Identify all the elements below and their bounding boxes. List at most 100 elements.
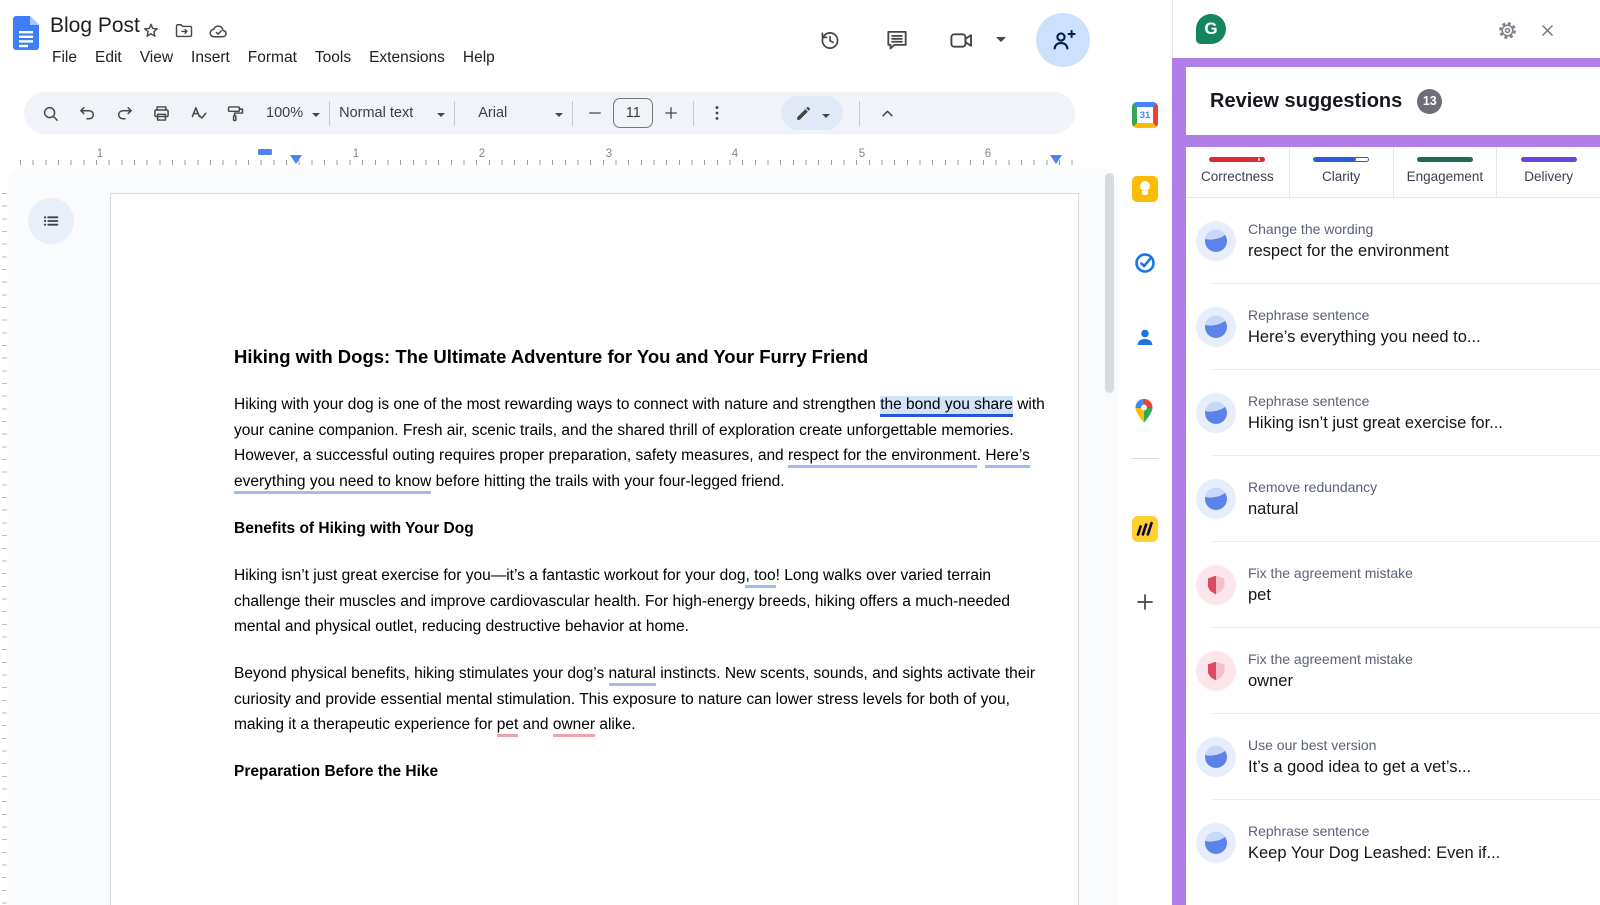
suggestion-item[interactable]: Fix the agreement mistake pet: [1186, 542, 1600, 628]
suggestion-item[interactable]: Remove redundancy natural: [1186, 456, 1600, 542]
ruler-number: 5: [859, 148, 865, 160]
suggestion-type-icon: [1196, 479, 1236, 519]
print-icon[interactable]: [143, 95, 180, 131]
font-size-field[interactable]: 11: [613, 98, 653, 128]
paragraph-style-select[interactable]: Normal text: [339, 105, 413, 121]
menu-item[interactable]: Edit: [95, 49, 122, 67]
redo-icon[interactable]: [106, 95, 143, 131]
suggestion-item[interactable]: Fix the agreement mistake owner: [1186, 628, 1600, 714]
editing-mode-button[interactable]: [781, 96, 843, 130]
version-history-icon[interactable]: [816, 27, 843, 54]
suggestion-item[interactable]: Rephrase sentence Keep Your Dog Leashed:…: [1186, 800, 1600, 886]
suggestion-text: Here’s everything you need to...: [1248, 328, 1481, 347]
document-page[interactable]: Hiking with Dogs: The Ultimate Adventure…: [110, 193, 1079, 905]
font-select[interactable]: Arial: [478, 105, 507, 121]
style-caret-icon: [437, 113, 445, 121]
star-icon[interactable]: [141, 21, 161, 41]
more-options-icon[interactable]: [703, 95, 731, 131]
suggestion-glyph-icon: [1205, 488, 1227, 510]
suggestion-text-block: Rephrase sentence Keep Your Dog Leashed:…: [1248, 823, 1500, 863]
miro-icon[interactable]: [1132, 516, 1158, 542]
toolbar: 100% Normal text Arial 11: [24, 92, 1075, 134]
zoom-select[interactable]: 100%: [266, 105, 303, 121]
suggestion-label: Remove redundancy: [1248, 479, 1377, 495]
suggestion-item[interactable]: Change the wording respect for the envir…: [1186, 198, 1600, 284]
category-tab[interactable]: Correctness: [1186, 147, 1289, 197]
cloud-saved-icon[interactable]: [208, 21, 229, 42]
menu-item[interactable]: Insert: [191, 49, 230, 67]
menubar: File Edit View Insert Format Tools Extensions H…: [52, 49, 495, 67]
share-button[interactable]: [1036, 13, 1090, 67]
suggestion-type-icon: [1196, 393, 1236, 433]
category-tab[interactable]: Clarity: [1289, 147, 1393, 197]
horizontal-ruler: 1123456: [0, 145, 1100, 166]
suggestion-item[interactable]: Rephrase sentence Here’s everything you …: [1186, 284, 1600, 370]
suggestion-label: Rephrase sentence: [1248, 307, 1481, 323]
text-segment-blue: , too: [745, 567, 775, 588]
google-docs-with-grammarly: Blog Post File Edit View Insert Format Tools E…: [0, 0, 1600, 905]
meet-dropdown-caret-icon[interactable]: [996, 37, 1006, 47]
first-line-indent-marker[interactable]: [258, 149, 272, 155]
review-suggestions-title: Review suggestions: [1210, 90, 1402, 113]
suggestion-text: respect for the environment: [1248, 242, 1449, 261]
google-maps-icon[interactable]: [1132, 398, 1156, 424]
menu-item[interactable]: File: [52, 49, 77, 67]
suggestion-text-block: Remove redundancy natural: [1248, 479, 1377, 519]
zoom-caret-icon: [312, 113, 320, 121]
document-title[interactable]: Blog Post: [50, 14, 140, 38]
doc-heading-preparation: Preparation Before the Hike: [234, 759, 1045, 785]
menu-item[interactable]: Tools: [315, 49, 351, 67]
category-tab[interactable]: Delivery: [1496, 147, 1600, 197]
vertical-scrollbar[interactable]: [1105, 173, 1114, 393]
close-panel-icon[interactable]: [1539, 22, 1556, 39]
google-docs-logo[interactable]: [13, 16, 39, 50]
text-segment-blue: natural: [609, 665, 656, 686]
calendar-day-label: 31: [1140, 110, 1151, 121]
menu-item[interactable]: Extensions: [369, 49, 445, 67]
grammarly-logo-letter: G: [1204, 19, 1217, 39]
paint-format-icon[interactable]: [217, 95, 254, 131]
suggestion-item[interactable]: Use our best version It’s a good idea to…: [1186, 714, 1600, 800]
suggestion-text: Keep Your Dog Leashed: Even if...: [1248, 844, 1500, 863]
vertical-ruler: [2, 193, 7, 905]
increase-font-size-icon[interactable]: [658, 95, 684, 131]
comment-icon[interactable]: [884, 27, 910, 53]
google-contacts-icon[interactable]: [1132, 324, 1158, 350]
spell-check-icon[interactable]: [180, 95, 217, 131]
menu-item[interactable]: View: [140, 49, 173, 67]
right-indent-marker[interactable]: [1050, 155, 1062, 164]
get-add-ons-icon[interactable]: [1133, 590, 1157, 614]
left-indent-marker[interactable]: [290, 155, 302, 164]
suggestion-text-block: Rephrase sentence Hiking isn’t just grea…: [1248, 393, 1503, 433]
google-tasks-icon[interactable]: [1132, 250, 1158, 276]
menu-item[interactable]: Help: [463, 49, 495, 67]
mode-caret-icon: [822, 114, 830, 122]
menu-item[interactable]: Format: [248, 49, 297, 67]
category-progress-bar: [1313, 157, 1369, 162]
google-keep-icon[interactable]: [1132, 176, 1158, 202]
search-menus-icon[interactable]: [32, 95, 69, 131]
google-calendar-icon[interactable]: 31: [1132, 102, 1158, 128]
text-segment-plain: and: [518, 716, 552, 733]
suggestion-text-block: Rephrase sentence Here’s everything you …: [1248, 307, 1481, 347]
suggestion-text: pet: [1248, 586, 1413, 605]
ruler-number: 1: [97, 148, 103, 160]
document-canvas: Hiking with Dogs: The Ultimate Adventure…: [8, 168, 1118, 905]
suggestion-count-badge: 13: [1417, 89, 1442, 114]
meet-video-icon[interactable]: [948, 27, 975, 54]
suggestion-item[interactable]: Rephrase sentence Hiking isn’t just grea…: [1186, 370, 1600, 456]
category-tab[interactable]: Engagement: [1393, 147, 1497, 197]
suggestion-text: Hiking isn’t just great exercise for...: [1248, 414, 1503, 433]
undo-icon[interactable]: [69, 95, 106, 131]
suggestion-label: Use our best version: [1248, 737, 1471, 753]
move-to-folder-icon[interactable]: [174, 21, 194, 41]
suggestion-label: Fix the agreement mistake: [1248, 651, 1413, 667]
doc-paragraph: Hiking isn’t just great exercise for you…: [234, 563, 1045, 640]
settings-gear-icon[interactable]: [1497, 20, 1518, 41]
ruler-ticks: [20, 160, 1080, 165]
suggestion-type-icon: [1196, 737, 1236, 777]
hide-menus-icon[interactable]: [869, 95, 906, 131]
decrease-font-size-icon[interactable]: [582, 95, 608, 131]
suggestion-text-block: Fix the agreement mistake owner: [1248, 651, 1413, 691]
document-outline-button[interactable]: [28, 198, 74, 244]
